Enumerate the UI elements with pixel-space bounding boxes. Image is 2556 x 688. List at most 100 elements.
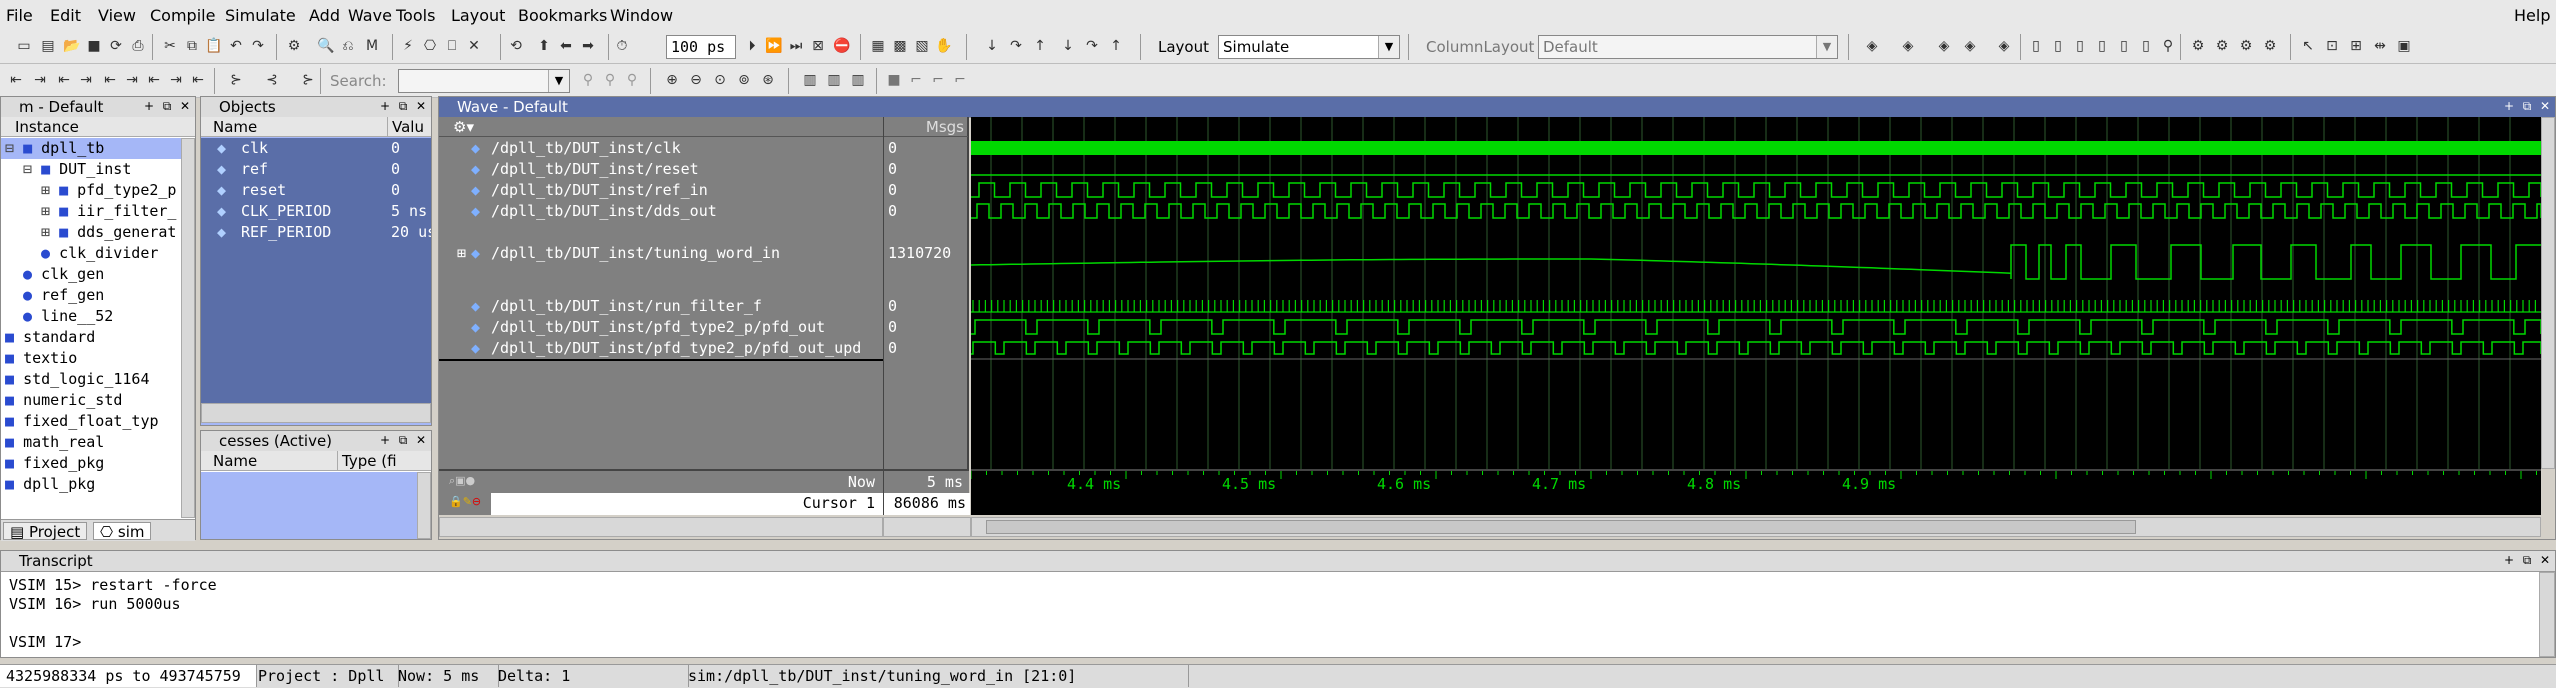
gear-icon-1[interactable]: ⚙ [2188,36,2208,56]
dataflow-icon-2[interactable]: ⊰ [262,70,282,90]
transcript-text[interactable]: VSIM 15> restart -force VSIM 16> run 5000… [9,575,2529,655]
pointer-icon[interactable]: ↖ [2298,36,2318,56]
instance-item[interactable]: ● line__52 [1,306,181,327]
cov-icon-3[interactable]: ▯ [2070,36,2090,56]
search-go-icon[interactable]: ⚲ [578,70,598,90]
panel-add-icon[interactable]: + [2501,552,2517,568]
panel-add-icon[interactable]: + [377,98,393,114]
run-length-input[interactable]: 100 ps [666,35,736,59]
instance-item[interactable]: ■ numeric_std [1,390,181,411]
instance-item[interactable]: ● clk_gen [1,264,181,285]
zoom-out-icon[interactable]: ⊖ [686,70,706,90]
instance-item[interactable]: ● ref_gen [1,285,181,306]
wave-edit-icon-2[interactable]: ⌐ [906,70,926,90]
redo-icon[interactable]: ↷ [248,36,268,56]
instance-column-header[interactable]: Instance [1,117,195,137]
step-over-icon[interactable]: ↷ [1006,36,1026,56]
close-icon[interactable]: ✕ [2537,552,2553,568]
menu-file[interactable]: File [6,6,33,25]
wave-edit-icon-4[interactable]: ⌐ [950,70,970,90]
expand-toggle-icon[interactable]: ⊟ [5,139,23,157]
column-type[interactable]: Type (fi [337,451,397,471]
menu-edit[interactable]: Edit [50,6,81,25]
expand-toggle-icon[interactable]: ⊞ [41,181,59,199]
cov-icon-6[interactable]: ▯ [2136,36,2156,56]
find-icon[interactable]: 🔍 [316,36,336,56]
object-row[interactable]: ◆ ref 0 [201,159,431,180]
menu-tools[interactable]: Tools [396,6,435,25]
tab-sim[interactable]: ⎔ sim [93,522,152,541]
dataflow-icon-1[interactable]: ⊱ [226,70,246,90]
wave-tool2-icon[interactable]: ⎔ [420,36,440,56]
instance-item[interactable]: ■ math_real [1,432,181,453]
wave-signal-row[interactable]: ◆ /dpll_tb/DUT_inst/pfd_type2_p/pfd_out [439,317,883,338]
search-next-icon[interactable]: ⚲ [622,70,642,90]
hand-icon[interactable]: ✋ [934,36,954,56]
object-row[interactable]: ◆ clk 0 [201,138,431,159]
scroll-thumb[interactable] [986,520,2136,534]
instance-item[interactable]: ⊟ ■ dpll_tb [1,138,181,159]
wave-view-icon-1[interactable]: ▥ [800,70,820,90]
profile-icon-d[interactable]: ◈ [1960,36,1980,56]
close-icon[interactable]: ✕ [413,98,429,114]
window-icon[interactable]: ▣ [2394,36,2414,56]
expand-toggle-icon[interactable]: ⊟ [23,160,41,178]
gear-icon-2[interactable]: ⚙ [2212,36,2232,56]
vertical-scrollbar[interactable] [2539,572,2555,657]
open-icon[interactable]: 📂 [62,36,82,56]
zoom-cursor-icon[interactable]: ⊚ [734,70,754,90]
wave-signal-row[interactable]: ◆ /dpll_tb/DUT_inst/dds_out [439,201,883,222]
sim-icon-c[interactable]: ▧ [912,36,932,56]
object-row[interactable]: ◆ REF_PERIOD 20 us [201,222,431,243]
panel-add-icon[interactable]: + [141,98,157,114]
run-all-icon[interactable]: ⏭ [786,36,806,56]
menu-compile[interactable]: Compile [150,6,215,25]
instance-item[interactable]: ■ std_logic_1164 [1,369,181,390]
continue-icon[interactable]: ⏩ [764,36,784,56]
wave-edit-icon-3[interactable]: ⌐ [928,70,948,90]
cov-icon-1[interactable]: ▯ [2026,36,2046,56]
instance-item[interactable]: ● clk_divider [1,243,181,264]
wave-signal-row[interactable]: ◆ /dpll_tb/DUT_inst/pfd_type2_p/pfd_out_u… [439,338,883,361]
step-back-icon[interactable]: ⬅ [556,36,576,56]
restart-icon[interactable]: ⟲ [506,36,526,56]
paste-icon[interactable]: 📋 [204,36,224,56]
zoom-full-icon[interactable]: ⊙ [710,70,730,90]
step-forward-icon[interactable]: ➡ [578,36,598,56]
copy-icon[interactable]: ⧉ [182,36,202,56]
step-up-icon[interactable]: ⬆ [534,36,554,56]
menu-help[interactable]: Help [2514,6,2550,25]
vertical-scrollbar[interactable] [2541,117,2555,469]
cov-icon-7[interactable]: ⚲ [2158,36,2178,56]
panel-undock-icon[interactable]: ⧉ [395,432,411,448]
panel-add-icon[interactable]: + [2501,98,2517,114]
close-icon[interactable]: ✕ [2537,98,2553,114]
column-layout-select[interactable]: Default ▼ [1538,35,1838,59]
compile-icon[interactable]: ⚙ [284,36,304,56]
step-out-icon[interactable]: ↑ [1030,36,1050,56]
find-replace-icon[interactable]: ⎌ [338,36,358,56]
expand-toggle-icon[interactable]: ⊞ [41,223,59,241]
instance-item[interactable]: ⊟ ■ DUT_inst [1,159,181,180]
wave-signal-row[interactable]: ◆ /dpll_tb/DUT_inst/clk [439,138,883,159]
wave-edit-icon-1[interactable]: ■ [884,70,904,90]
instance-item[interactable]: ⊞ ■ dds_generat [1,222,181,243]
panel-undock-icon[interactable]: ⧉ [2519,98,2535,114]
layout-select[interactable]: Simulate ▼ [1218,35,1400,59]
wave-tool4-icon[interactable]: ✕ [464,36,484,56]
panel-add-icon[interactable]: + [377,432,393,448]
gear-icon-3[interactable]: ⚙ [2236,36,2256,56]
dataflow-icon-3[interactable]: ⊱ [298,70,318,90]
step-out2-icon[interactable]: ↑ [1106,36,1126,56]
wave-view-icon-3[interactable]: ▥ [848,70,868,90]
step-into2-icon[interactable]: ↓ [1058,36,1078,56]
panel-undock-icon[interactable]: ⧉ [159,98,175,114]
cov-icon-5[interactable]: ▯ [2114,36,2134,56]
wave-nav-icon-7[interactable]: ⇤ [144,70,164,90]
instance-item[interactable]: ■ fixed_float_typ [1,411,181,432]
column-name[interactable]: Name [213,117,257,137]
new-file-icon[interactable]: ▭ [14,36,34,56]
save-icon[interactable]: ■ [84,36,104,56]
wave-nav-icon-6[interactable]: ⇥ [122,70,142,90]
wave-nav-icon-3[interactable]: ⇤ [54,70,74,90]
